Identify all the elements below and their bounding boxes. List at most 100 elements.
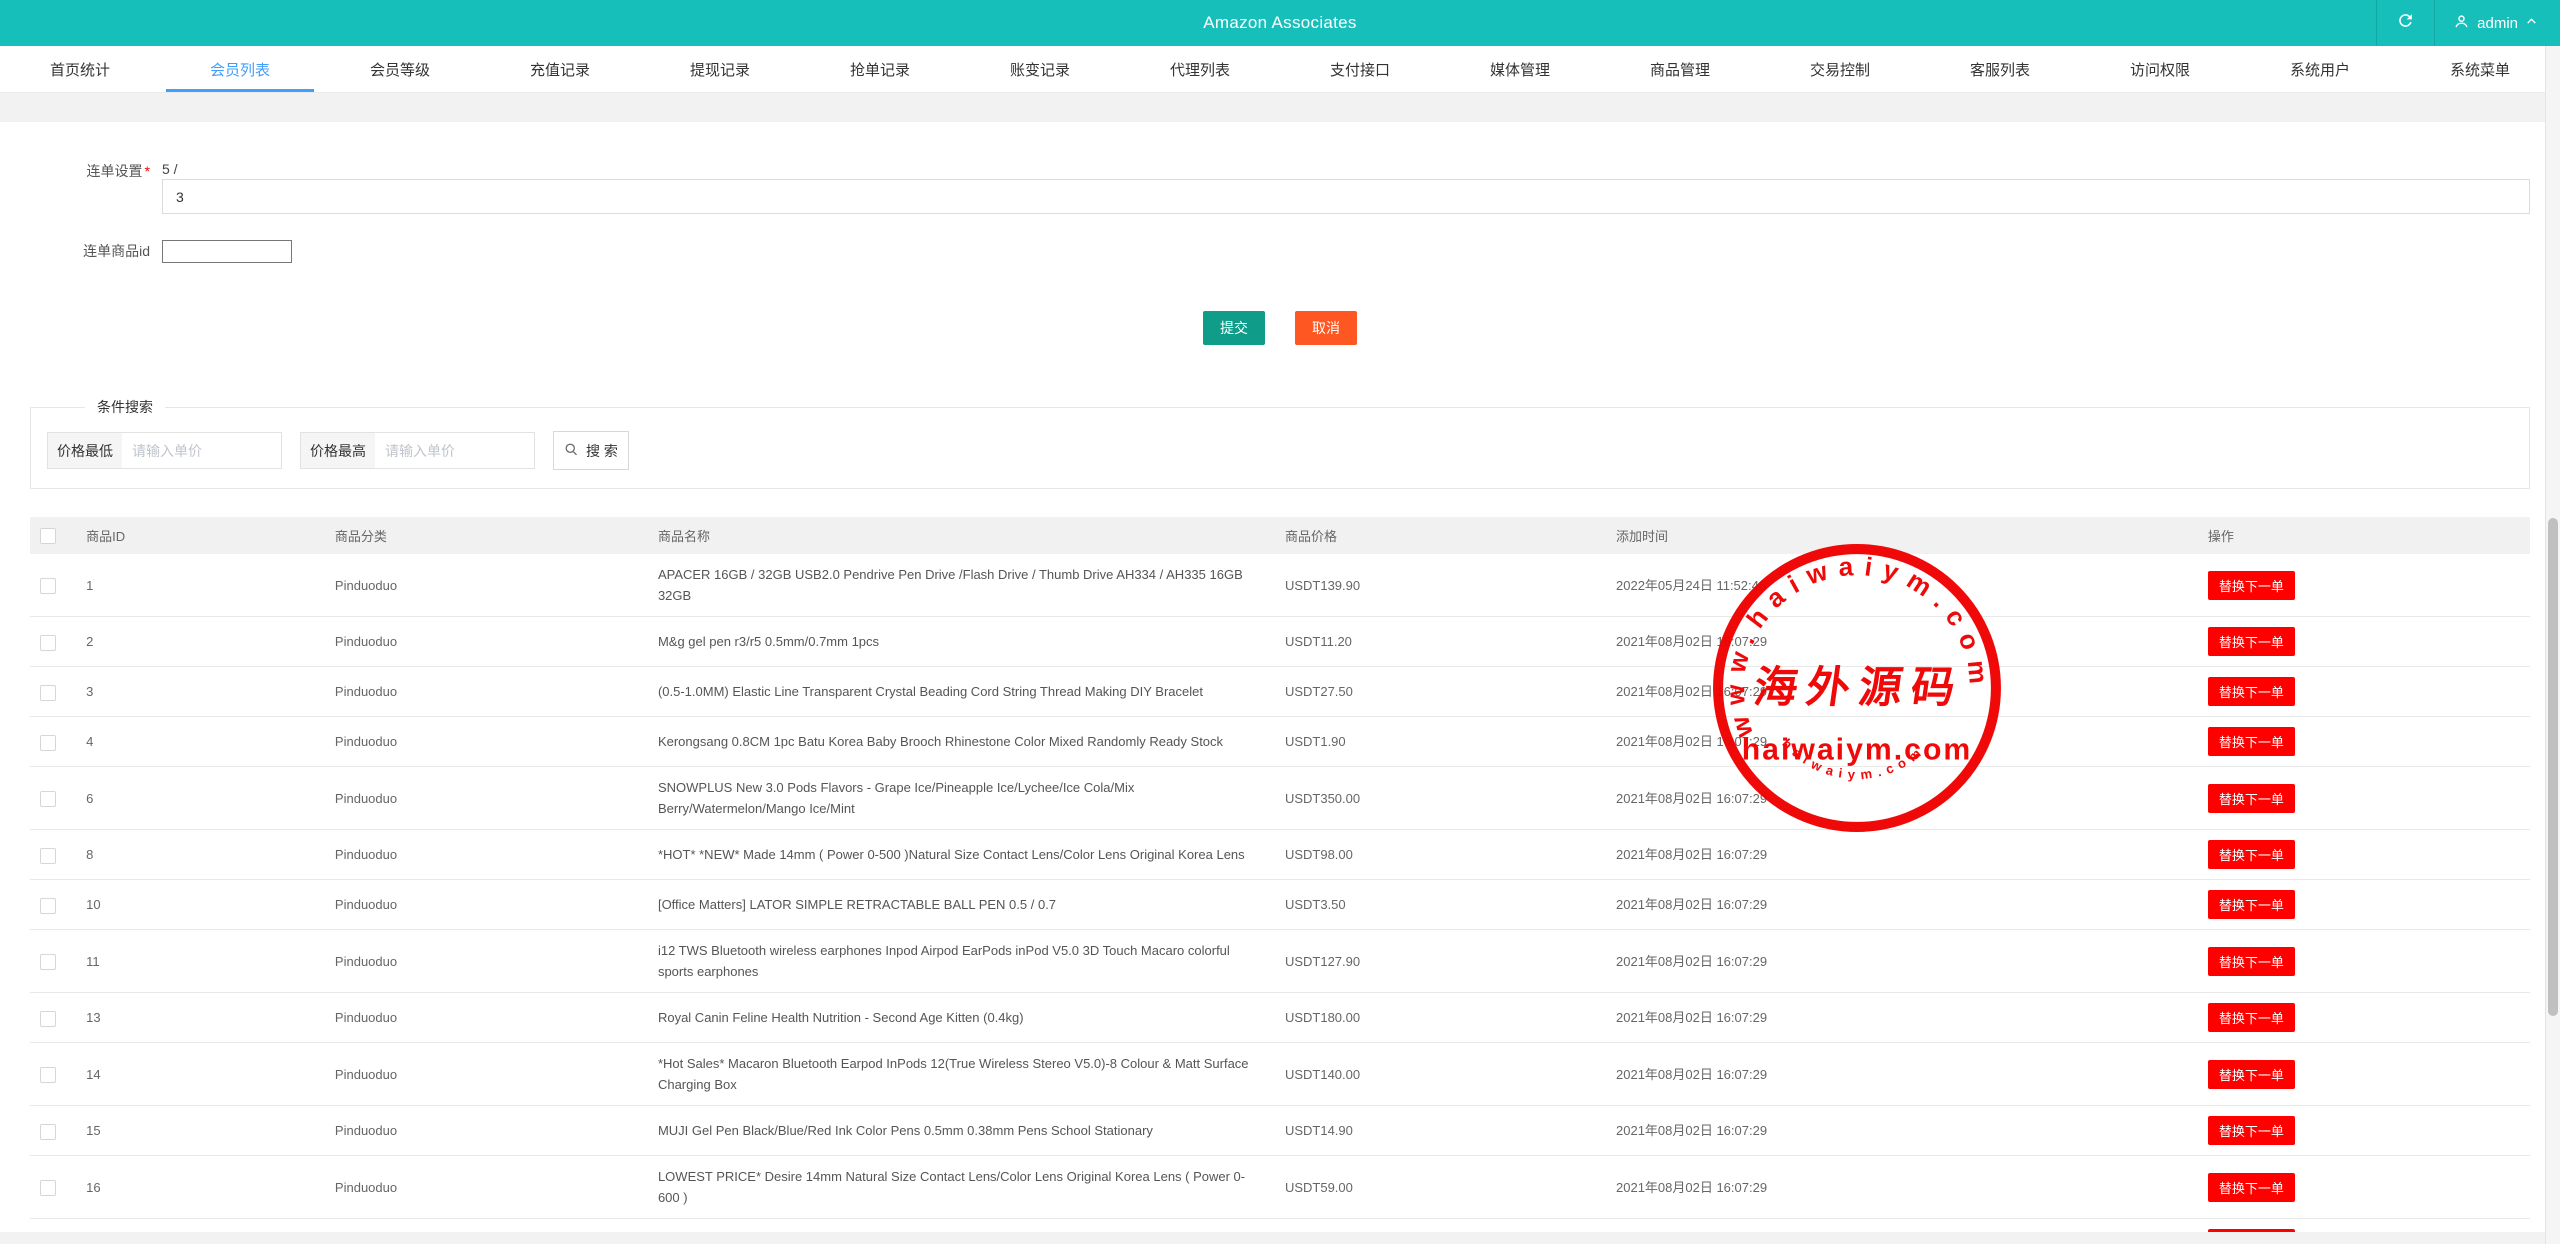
nav-tab-代理列表[interactable]: 代理列表: [1120, 46, 1280, 92]
nav-tab-系统用户[interactable]: 系统用户: [2240, 46, 2400, 92]
nav-tab-首页统计[interactable]: 首页统计: [0, 46, 160, 92]
replace-next-order-button[interactable]: 替换下一单: [2208, 627, 2295, 656]
row-checkbox[interactable]: [40, 954, 56, 970]
form-buttons: 提交 取消: [30, 311, 2530, 345]
cancel-button[interactable]: 取消: [1295, 311, 1357, 345]
nav-tab-媒体管理[interactable]: 媒体管理: [1440, 46, 1600, 92]
row-checkbox[interactable]: [40, 898, 56, 914]
submit-button[interactable]: 提交: [1203, 311, 1265, 345]
cell-price: USDT27.50: [1275, 667, 1606, 717]
price-max-input[interactable]: [375, 433, 534, 468]
row-checkbox[interactable]: [40, 635, 56, 651]
chain-setting-label: 连单设置*: [30, 160, 162, 182]
table-header-row: 商品ID 商品分类 商品名称 商品价格 添加时间 操作: [30, 517, 2530, 554]
replace-next-order-button[interactable]: 替换下一单: [2208, 677, 2295, 706]
price-min-group: 价格最低: [47, 432, 282, 469]
nav-tab-label: 交易控制: [1810, 59, 1870, 80]
cell-name: SNOWPLUS New 3.0 Pods Flavors - Grape Ic…: [648, 767, 1275, 830]
nav-tab-label: 会员等级: [370, 59, 430, 80]
chain-setting-input[interactable]: [162, 179, 2530, 214]
row-checkbox[interactable]: [40, 848, 56, 864]
row-checkbox[interactable]: [40, 735, 56, 751]
nav-tab-支付接口[interactable]: 支付接口: [1280, 46, 1440, 92]
replace-next-order-button[interactable]: 替换下一单: [2208, 727, 2295, 756]
cell-id: 6: [76, 767, 325, 830]
cell-id: 1: [76, 554, 325, 617]
search-row: 价格最低 价格最高 搜 索: [47, 431, 2513, 470]
replace-next-order-button[interactable]: 替换下一单: [2208, 890, 2295, 919]
search-legend: 条件搜索: [85, 397, 165, 417]
table-row: 14 Pinduoduo *Hot Sales* Macaron Bluetoo…: [30, 1043, 2530, 1106]
nav-tab-交易控制[interactable]: 交易控制: [1760, 46, 1920, 92]
nav-tab-label: 会员列表: [210, 59, 270, 80]
cell-name: [Office Matters] LATOR SIMPLE RETRACTABL…: [648, 880, 1275, 930]
scrollbar-thumb[interactable]: [2548, 518, 2558, 1016]
replace-next-order-button[interactable]: 替换下一单: [2208, 1116, 2295, 1145]
cell-category: Pinduoduo: [325, 767, 648, 830]
nav-tab-会员列表[interactable]: 会员列表: [160, 46, 320, 92]
replace-next-order-button[interactable]: 替换下一单: [2208, 571, 2295, 600]
chain-product-input[interactable]: [162, 240, 292, 263]
row-checkbox[interactable]: [40, 1124, 56, 1140]
nav-tab-商品管理[interactable]: 商品管理: [1600, 46, 1760, 92]
cell-name: APACER 16GB / 32GB USB2.0 Pendrive Pen D…: [648, 554, 1275, 617]
cell-time: 2021年08月02日 16:07:29: [1606, 1219, 2198, 1233]
cell-id: 10: [76, 880, 325, 930]
user-icon: [2453, 13, 2470, 34]
nav-tab-充值记录[interactable]: 充值记录: [480, 46, 640, 92]
nav-tab-系统菜单[interactable]: 系统菜单: [2400, 46, 2560, 92]
replace-next-order-button[interactable]: 替换下一单: [2208, 784, 2295, 813]
cell-checkbox: [30, 1156, 76, 1219]
refresh-button[interactable]: [2376, 0, 2434, 46]
user-menu[interactable]: admin: [2434, 0, 2560, 46]
col-time: 添加时间: [1606, 517, 2198, 554]
cell-category: Pinduoduo: [325, 1156, 648, 1219]
nav-tab-label: 提现记录: [690, 59, 750, 80]
cell-name: LOWEST PRICE* Desire 14mm Natural Size C…: [648, 1156, 1275, 1219]
nav-tab-访问权限[interactable]: 访问权限: [2080, 46, 2240, 92]
col-action: 操作: [2198, 517, 2530, 554]
cell-name: *HOT* *NEW* Made 14mm ( Power 0-500 )Nat…: [648, 830, 1275, 880]
cell-time: 2021年08月02日 16:07:29: [1606, 880, 2198, 930]
cell-id: 16: [76, 1156, 325, 1219]
nav-tab-抢单记录[interactable]: 抢单记录: [800, 46, 960, 92]
row-checkbox[interactable]: [40, 685, 56, 701]
chain-setting-label-text: 连单设置: [87, 163, 143, 179]
cell-time: 2021年08月02日 16:07:29: [1606, 993, 2198, 1043]
replace-next-order-button[interactable]: 替换下一单: [2208, 1060, 2295, 1089]
replace-next-order-button[interactable]: 替换下一单: [2208, 1003, 2295, 1032]
row-checkbox[interactable]: [40, 1067, 56, 1083]
price-max-label: 价格最高: [301, 433, 375, 468]
nav-tab-提现记录[interactable]: 提现记录: [640, 46, 800, 92]
cell-category: Pinduoduo: [325, 1219, 648, 1233]
cell-name: (0.5-1.0MM) Elastic Line Transparent Cry…: [648, 667, 1275, 717]
row-checkbox[interactable]: [40, 1180, 56, 1196]
cell-time: 2021年08月02日 16:07:29: [1606, 1106, 2198, 1156]
cell-action: 替换下一单: [2198, 1219, 2530, 1233]
cell-price: USDT11.20: [1275, 617, 1606, 667]
replace-next-order-button[interactable]: 替换下一单: [2208, 1173, 2295, 1202]
chain-product-row: 连单商品id: [30, 240, 2530, 263]
cell-checkbox: [30, 880, 76, 930]
cell-action: 替换下一单: [2198, 830, 2530, 880]
cell-action: 替换下一单: [2198, 1043, 2530, 1106]
nav-tab-会员等级[interactable]: 会员等级: [320, 46, 480, 92]
search-button[interactable]: 搜 索: [553, 431, 629, 470]
main-panel: 连单设置* 5 / 连单商品id 提交 取消 条件搜索 价格最低 价格最高: [0, 122, 2560, 1232]
nav-tab-账变记录[interactable]: 账变记录: [960, 46, 1120, 92]
topbar-right: admin: [2376, 0, 2560, 46]
col-product-id: 商品ID: [76, 517, 325, 554]
nav-tab-客服列表[interactable]: 客服列表: [1920, 46, 2080, 92]
price-min-input[interactable]: [122, 433, 281, 468]
cell-time: 2021年08月02日 16:07:29: [1606, 930, 2198, 993]
row-checkbox[interactable]: [40, 1011, 56, 1027]
row-checkbox[interactable]: [40, 791, 56, 807]
cell-id: 13: [76, 993, 325, 1043]
select-all-checkbox[interactable]: [40, 528, 56, 544]
replace-next-order-button[interactable]: 替换下一单: [2208, 947, 2295, 976]
col-category: 商品分类: [325, 517, 648, 554]
row-checkbox[interactable]: [40, 578, 56, 594]
cell-id: 15: [76, 1106, 325, 1156]
replace-next-order-button[interactable]: 替换下一单: [2208, 840, 2295, 869]
refresh-icon: [2396, 11, 2415, 35]
